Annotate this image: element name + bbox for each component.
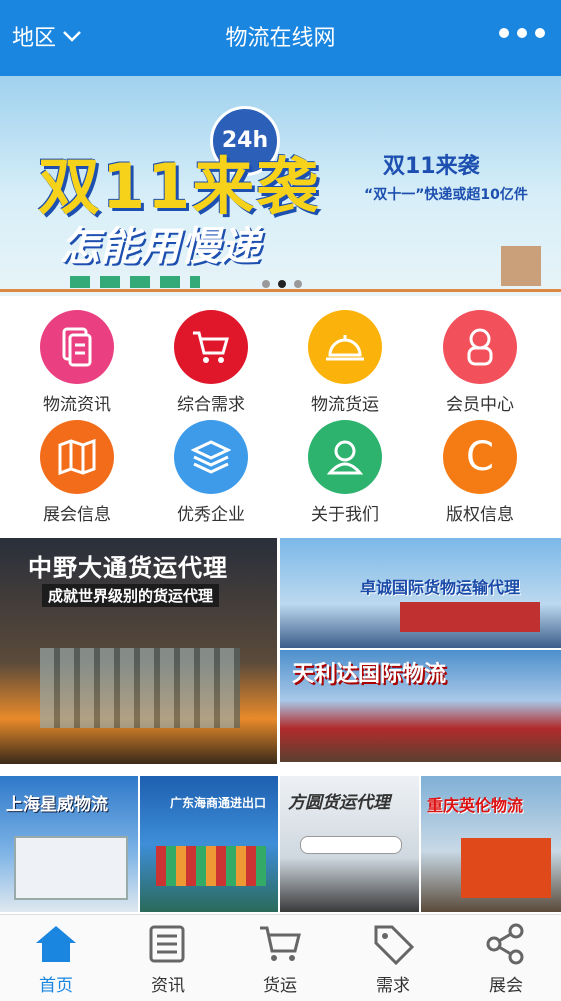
top-bar: 地区 物流在线网 [0, 0, 561, 76]
cart-icon [240, 923, 320, 969]
ad-title: 重庆英伦物流 [427, 796, 524, 815]
grid-item-top-companies[interactable]: 优秀企业 [151, 420, 271, 525]
banner-baseline [0, 289, 561, 292]
ad-zhuocheng[interactable]: 卓诚国际货物运输代理 [280, 538, 561, 648]
document-icon [40, 310, 114, 384]
member-icon [443, 310, 517, 384]
ship-illustration [400, 602, 540, 632]
nav-label: 需求 [376, 976, 410, 996]
home-icon [16, 923, 96, 969]
carousel-dot[interactable] [294, 280, 302, 288]
grid-item-about-us[interactable]: 关于我们 [285, 420, 405, 525]
grid-item-logistics-news[interactable]: 物流资讯 [17, 310, 137, 415]
grid-label: 版权信息 [446, 505, 514, 525]
copyright-icon: C [443, 420, 517, 494]
contact-icon [308, 420, 382, 494]
grid-label: 物流货运 [311, 395, 379, 415]
nav-exhibition[interactable]: 展会 [466, 923, 546, 996]
nav-label: 展会 [489, 976, 523, 996]
banner-headline: 双11来袭 [38, 150, 321, 223]
ad-fangyuan[interactable]: 方圆货运代理 [280, 776, 419, 912]
plane-illustration [300, 836, 402, 854]
ad-title: 广东海商通进出口 [170, 796, 267, 810]
nav-news[interactable]: 资讯 [128, 923, 208, 996]
nav-home[interactable]: 首页 [16, 923, 96, 996]
ad-tianlida[interactable]: 天利达国际物流 [280, 650, 561, 762]
truck-illustration [14, 836, 128, 900]
grid-item-general-demand[interactable]: 综合需求 [151, 310, 271, 415]
share-icon [466, 923, 546, 969]
newspaper-icon [128, 923, 208, 969]
truck-illustration [461, 838, 551, 898]
nav-label: 资讯 [151, 976, 185, 996]
carousel-dot[interactable] [262, 280, 270, 288]
banner-small-text: “双十一”快递或超10亿件 [364, 187, 528, 203]
carousel-indicator[interactable] [262, 280, 302, 288]
grid-item-exhibitions[interactable]: 展会信息 [17, 420, 137, 525]
grid-item-member-center[interactable]: 会员中心 [420, 310, 540, 415]
tag-icon [353, 923, 433, 969]
promo-banner[interactable]: 24h 双11来袭 怎能用慢递 双11来袭 “双十一”快递或超10亿件 [0, 76, 561, 296]
nav-label: 首页 [39, 976, 73, 996]
page-title: 物流在线网 [225, 26, 336, 51]
banner-subline: 怎能用慢递 [60, 224, 260, 270]
container-ship-illustration [156, 846, 266, 886]
ad-title: 方圆货运代理 [288, 793, 390, 813]
carousel-dot[interactable] [278, 280, 286, 288]
nav-label: 货运 [263, 976, 297, 996]
service-bell-icon [308, 310, 382, 384]
nav-demand[interactable]: 需求 [353, 923, 433, 996]
ad-title: 上海星威物流 [6, 795, 108, 815]
ad-zhongye[interactable]: 中野大通货运代理 成就世界级别的货运代理 [0, 538, 277, 764]
ad-title: 天利达国际物流 [292, 662, 447, 687]
city-illustration [40, 648, 240, 728]
ad-yinglun[interactable]: 重庆英伦物流 [421, 776, 561, 912]
grid-label: 关于我们 [311, 505, 379, 525]
ad-xingwei[interactable]: 上海星威物流 [0, 776, 138, 912]
ad-title: 卓诚国际货物运输代理 [360, 578, 521, 597]
feature-grid: 物流资讯 综合需求 物流货运 会员中心 展会信息 优秀企业 关于我们 C 版权信… [0, 300, 561, 536]
ad-subtitle: 成就世界级别的货运代理 [42, 584, 220, 607]
banner-small-title: 双11来袭 [383, 154, 480, 179]
bottom-nav: 首页 资讯 货运 需求 展会 [0, 914, 561, 1001]
grid-label: 会员中心 [446, 395, 514, 415]
cart-icon [174, 310, 248, 384]
parcel-stack-illustration [501, 246, 541, 286]
grid-item-freight[interactable]: 物流货运 [285, 310, 405, 415]
ad-haishangtong[interactable]: 广东海商通进出口 [140, 776, 278, 912]
grid-label: 物流资讯 [43, 395, 111, 415]
grid-item-copyright[interactable]: C 版权信息 [420, 420, 540, 525]
more-dots-icon[interactable] [499, 28, 545, 38]
ad-title: 中野大通货运代理 [28, 554, 228, 582]
grid-label: 展会信息 [43, 505, 111, 525]
layers-icon [174, 420, 248, 494]
map-icon [40, 420, 114, 494]
grid-label: 优秀企业 [177, 505, 245, 525]
truck-illustration [70, 276, 200, 288]
grid-label: 综合需求 [177, 395, 245, 415]
nav-freight[interactable]: 货运 [240, 923, 320, 996]
